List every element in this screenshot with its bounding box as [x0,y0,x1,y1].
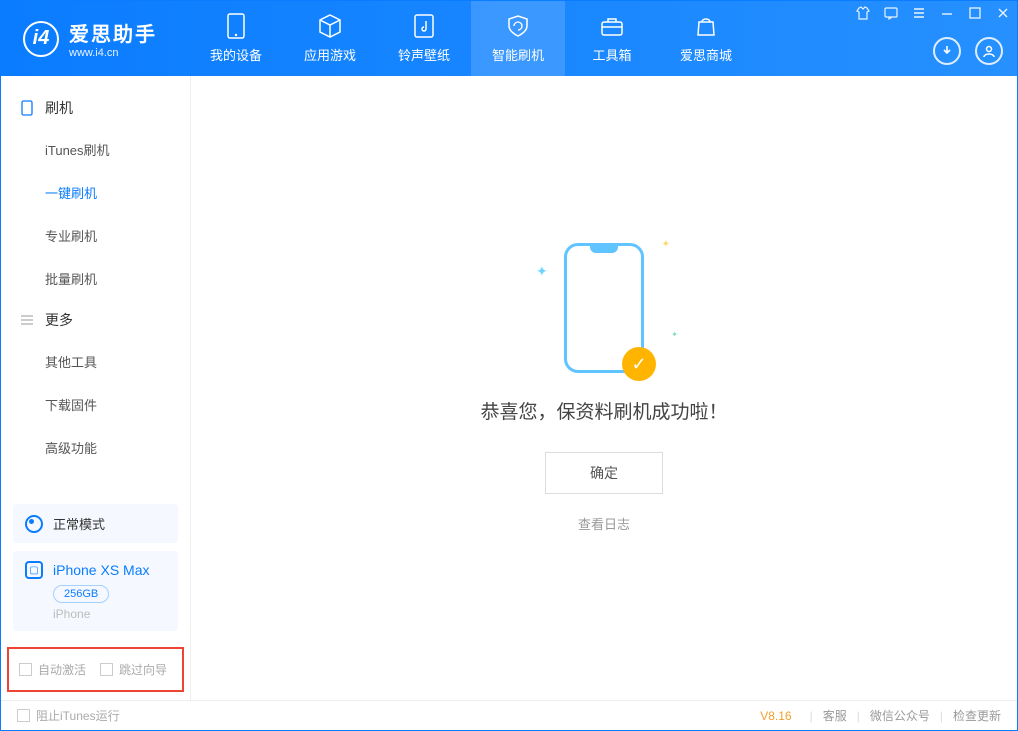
footer-left: 阻止iTunes运行 [17,707,120,724]
header-right-buttons [933,37,1003,65]
checkbox-label: 跳过向导 [119,661,167,678]
logo-icon: i4 [23,21,59,57]
checkbox-icon [19,663,32,676]
sidebar-group-more[interactable]: 更多 [1,300,190,340]
menu-icon[interactable] [911,5,927,21]
version-label: V8.16 [760,709,791,723]
footer-link-support[interactable]: 客服 [823,707,847,724]
mode-icon [25,515,43,533]
footer-link-update[interactable]: 检查更新 [953,707,1001,724]
success-illustration: ✦ ✦ ✦ ✓ [564,243,644,373]
checkbox-label: 自动激活 [38,661,86,678]
header-tabs: 我的设备 应用游戏 铃声壁纸 智能刷机 工具箱 爱思商城 [189,1,753,76]
refresh-shield-icon [505,13,531,39]
sidebar-group-flash[interactable]: 刷机 [1,88,190,128]
view-log-link[interactable]: 查看日志 [578,514,630,533]
logo-text: 爱思助手 www.i4.cn [69,18,157,59]
sidebar-item-download-firmware[interactable]: 下载固件 [1,383,190,426]
sidebar-item-advanced[interactable]: 高级功能 [1,426,190,469]
checkbox-block-itunes[interactable]: 阻止iTunes运行 [17,707,120,724]
tab-label: 应用游戏 [304,45,356,64]
confirm-button[interactable]: 确定 [545,452,663,494]
tab-flash[interactable]: 智能刷机 [471,1,565,76]
toolbox-icon [599,13,625,39]
device-icon: ▢ [25,561,43,579]
user-button[interactable] [975,37,1003,65]
device-icon [223,13,249,39]
sparkle-icon: ✦ [662,239,670,250]
sidebar-device[interactable]: ▢ iPhone XS Max 256GB iPhone [13,551,178,631]
tab-label: 智能刷机 [492,45,544,64]
tab-store[interactable]: 爱思商城 [659,1,753,76]
maximize-button[interactable] [967,5,983,21]
success-message: 恭喜您，保资料刷机成功啦！ [480,397,727,424]
list-icon [19,312,35,328]
logo-area: i4 爱思助手 www.i4.cn [1,18,179,59]
tab-label: 我的设备 [210,45,262,64]
footer-link-wechat[interactable]: 微信公众号 [870,707,930,724]
window-controls [855,5,1011,21]
bag-icon [693,13,719,39]
sidebar-mode[interactable]: 正常模式 [13,504,178,543]
checkbox-label: 阻止iTunes运行 [36,707,120,724]
group-title: 刷机 [45,98,73,118]
group-title: 更多 [45,310,73,330]
footer: 阻止iTunes运行 V8.16 | 客服 | 微信公众号 | 检查更新 [1,700,1017,730]
checkbox-skip-guide[interactable]: 跳过向导 [100,661,167,678]
main-content: ✦ ✦ ✦ ✓ 恭喜您，保资料刷机成功啦！ 确定 查看日志 [191,76,1017,700]
brand-subtitle: www.i4.cn [69,47,157,59]
footer-right: V8.16 | 客服 | 微信公众号 | 检查更新 [760,707,1001,724]
close-button[interactable] [995,5,1011,21]
header: i4 爱思助手 www.i4.cn 我的设备 应用游戏 铃声壁纸 智能刷机 [1,1,1017,76]
checkbox-icon [17,709,30,722]
feedback-icon[interactable] [883,5,899,21]
tab-toolbox[interactable]: 工具箱 [565,1,659,76]
device-name: iPhone XS Max [53,562,150,578]
device-capacity: 256GB [53,585,109,603]
sparkle-icon: ✦ [671,330,678,339]
device-type: iPhone [53,607,166,621]
sparkle-icon: ✦ [536,263,548,280]
minimize-button[interactable] [939,5,955,21]
sidebar-item-itunes-flash[interactable]: iTunes刷机 [1,128,190,171]
tab-my-device[interactable]: 我的设备 [189,1,283,76]
body: 刷机 iTunes刷机 一键刷机 专业刷机 批量刷机 更多 其他工具 下载固件 … [1,76,1017,700]
brand-title: 爱思助手 [69,18,157,47]
checkbox-auto-activate[interactable]: 自动激活 [19,661,86,678]
sidebar-checks-highlight: 自动激活 跳过向导 [7,647,184,692]
cube-icon [317,13,343,39]
tab-label: 铃声壁纸 [398,45,450,64]
success-check-icon: ✓ [622,347,656,381]
sidebar-item-oneclick-flash[interactable]: 一键刷机 [1,171,190,214]
tab-label: 工具箱 [592,45,631,64]
tab-label: 爱思商城 [680,45,732,64]
tab-apps[interactable]: 应用游戏 [283,1,377,76]
shirt-icon[interactable] [855,5,871,21]
sidebar: 刷机 iTunes刷机 一键刷机 专业刷机 批量刷机 更多 其他工具 下载固件 … [1,76,191,700]
sidebar-item-other-tools[interactable]: 其他工具 [1,340,190,383]
music-file-icon [411,13,437,39]
tab-ringtones[interactable]: 铃声壁纸 [377,1,471,76]
app-window: i4 爱思助手 www.i4.cn 我的设备 应用游戏 铃声壁纸 智能刷机 [0,0,1018,731]
download-button[interactable] [933,37,961,65]
mode-label: 正常模式 [53,514,105,533]
sidebar-item-pro-flash[interactable]: 专业刷机 [1,214,190,257]
checkbox-icon [100,663,113,676]
sidebar-item-batch-flash[interactable]: 批量刷机 [1,257,190,300]
phone-icon [19,100,35,116]
sidebar-scroll: 刷机 iTunes刷机 一键刷机 专业刷机 批量刷机 更多 其他工具 下载固件 … [1,76,190,496]
